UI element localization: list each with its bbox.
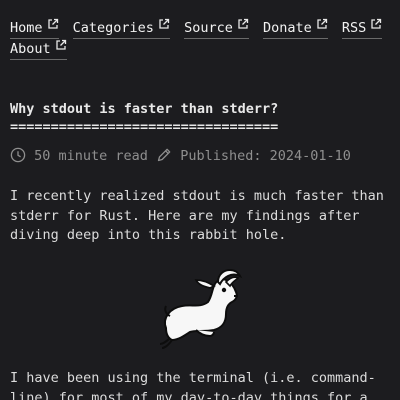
article-meta: 50 minute read Published: 2024-01-10	[10, 147, 351, 165]
nav-home-link[interactable]: Home	[10, 18, 59, 39]
goat-mascot-illustration	[159, 268, 243, 349]
body-paragraph: I have been using the terminal (i.e. com…	[10, 370, 376, 400]
external-link-icon	[238, 18, 249, 29]
nav-source-link[interactable]: Source	[184, 18, 249, 39]
external-link-icon	[371, 18, 382, 29]
nav-categories-label: Categories	[72, 20, 154, 36]
nav-rss-link[interactable]: RSS	[341, 18, 383, 39]
nav-about-label: About	[10, 41, 51, 57]
read-time: 50 minute read	[34, 148, 148, 164]
published-date: Published: 2024-01-10	[180, 148, 351, 164]
top-navigation: Home Categories Source Donate RSS About	[10, 18, 390, 60]
nav-about-link[interactable]: About	[10, 39, 67, 60]
external-link-icon	[159, 18, 170, 29]
external-link-icon	[55, 39, 66, 50]
article-title: Why stdout is faster than stderr?	[10, 101, 279, 117]
clock-icon	[10, 147, 26, 163]
nav-donate-link[interactable]: Donate	[263, 18, 328, 39]
external-link-icon	[47, 18, 58, 29]
nav-donate-label: Donate	[263, 20, 312, 36]
nav-source-label: Source	[184, 20, 233, 36]
intro-paragraph: I recently realized stdout is much faste…	[10, 188, 384, 243]
nav-home-label: Home	[10, 20, 43, 36]
title-underline: =================================	[10, 119, 279, 135]
pencil-icon	[157, 148, 171, 162]
external-link-icon	[317, 18, 327, 29]
nav-categories-link[interactable]: Categories	[72, 18, 170, 39]
nav-rss-label: RSS	[341, 20, 367, 36]
